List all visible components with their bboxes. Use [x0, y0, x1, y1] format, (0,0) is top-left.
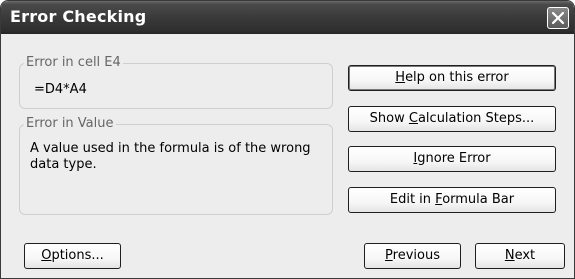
steps-label-pre: Show	[369, 111, 409, 126]
ignore-label-post: gnore Error	[417, 151, 491, 166]
error-value-group: Error in Value A value used in the formu…	[19, 116, 333, 215]
help-on-error-button[interactable]: Help on this error	[348, 65, 556, 91]
edit-label-post: ormula Bar	[442, 192, 515, 207]
steps-label-key: C	[408, 111, 418, 126]
error-formula: =D4*A4	[34, 82, 87, 97]
options-label-post: ptions...	[51, 248, 104, 263]
edit-in-formula-bar-button[interactable]: Edit in Formula Bar	[348, 187, 556, 213]
help-label-post: elp on this error	[405, 70, 509, 85]
error-cell-group: Error in cell E4 =D4*A4	[19, 55, 333, 109]
previous-label-key: P	[385, 248, 393, 263]
error-value-legend: Error in Value	[24, 116, 116, 131]
error-cell-legend: Error in cell E4	[24, 55, 123, 70]
edit-label-pre: Edit in	[389, 192, 436, 207]
steps-label-post: alculation Steps...	[417, 111, 535, 126]
options-button[interactable]: Options...	[24, 243, 121, 269]
next-label-key: N	[504, 248, 515, 263]
previous-label-post: revious	[392, 248, 440, 263]
title-bar[interactable]: Error Checking	[1, 1, 574, 34]
options-label-key: O	[41, 248, 52, 263]
ignore-error-button[interactable]: Ignore Error	[348, 146, 556, 172]
next-button[interactable]: Next	[475, 243, 565, 269]
show-calculation-steps-button[interactable]: Show Calculation Steps...	[348, 106, 556, 132]
close-icon	[551, 11, 565, 25]
next-label-post: ext	[514, 248, 536, 263]
error-message-line2: data type.	[30, 157, 97, 172]
error-checking-dialog: Error Checking Error in cell E4 =D4*A4 E…	[0, 0, 575, 279]
previous-button[interactable]: Previous	[364, 243, 461, 269]
dialog-title: Error Checking	[10, 7, 147, 26]
close-button[interactable]	[547, 7, 569, 29]
help-label-key: H	[395, 70, 406, 85]
error-message-line1: A value used in the formula is of the wr…	[30, 141, 311, 156]
